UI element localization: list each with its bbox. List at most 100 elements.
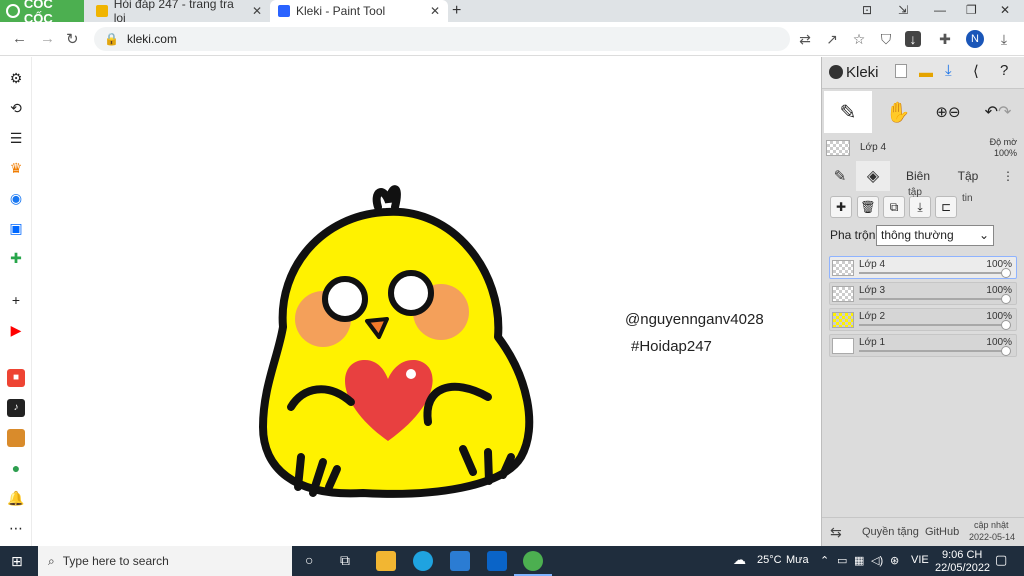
network-icon[interactable]: ▦ [854, 554, 864, 567]
tab-hoidap[interactable]: Hỏi đáp 247 - trang tra loi ✕ [88, 0, 270, 25]
language-indicator[interactable]: VIE [911, 554, 929, 566]
github-link[interactable]: GitHub [925, 526, 959, 538]
reload-icon[interactable]: ↻ [66, 30, 79, 48]
minimize-icon[interactable]: — [934, 3, 946, 17]
new-tab-icon[interactable]: + [452, 2, 461, 20]
donate-link[interactable]: Quyền tặng [862, 526, 919, 538]
game-app-icon[interactable] [7, 429, 25, 447]
update-date: 2022-05-14 [969, 532, 1016, 542]
layer-opacity-slider[interactable] [859, 350, 1007, 352]
task-view-icon[interactable]: ⧉ [340, 552, 350, 569]
game-icon[interactable]: ✚ [7, 249, 25, 267]
undo-redo[interactable]: ↶ ↷ [974, 91, 1022, 133]
forward-icon[interactable]: → [40, 30, 55, 47]
restore-icon[interactable]: ❐ [966, 3, 977, 17]
history-icon[interactable]: ⟲ [7, 99, 25, 117]
tab-brush[interactable]: ✎ [826, 161, 854, 191]
browser-brand[interactable]: CỐC CỐC [0, 0, 84, 26]
layer-row[interactable]: Lớp 4 100% [829, 256, 1017, 279]
taskbar-search[interactable]: ⌕ Type here to search [38, 546, 292, 576]
chick-drawing [259, 185, 534, 498]
zoom-out-icon: ⊖ [948, 104, 961, 121]
volume-icon[interactable]: ◁) [871, 554, 883, 567]
back-icon[interactable]: ← [12, 30, 27, 47]
downloads-icon[interactable]: ⤓ [996, 31, 1012, 47]
brush-tool[interactable]: ✎ [824, 91, 872, 133]
file-explorer-icon[interactable] [376, 551, 396, 571]
translate-icon[interactable]: ⇄ [797, 31, 813, 47]
tab-layers[interactable]: ◈ [856, 161, 890, 191]
slider-knob[interactable] [1001, 294, 1011, 304]
slider-knob[interactable] [1001, 268, 1011, 278]
tab-more[interactable]: ⋮ [998, 161, 1018, 191]
avatar[interactable]: N [966, 30, 984, 48]
app-icon[interactable]: ■ [7, 369, 25, 387]
windows-start-icon[interactable]: ⊞ [11, 553, 23, 570]
tab-file[interactable]: Tập [946, 161, 990, 191]
zoom-tool[interactable]: ⊕ ⊖ [924, 91, 972, 133]
clock-time[interactable]: 9:06 CH [942, 549, 982, 561]
help-icon[interactable]: ? [1000, 62, 1008, 79]
pin-icon[interactable]: ⇲ [898, 3, 908, 17]
layer-row[interactable]: Lớp 1 100% [829, 334, 1017, 357]
rename-layer-icon[interactable]: ⊏ [935, 196, 957, 218]
duplicate-layer-icon[interactable]: ⧉ [883, 196, 905, 218]
close-tab-icon[interactable]: ✕ [430, 4, 440, 18]
weather-temp[interactable]: 25°C [757, 554, 782, 566]
mail-icon[interactable] [487, 551, 507, 571]
zalo-icon[interactable]: ▣ [7, 219, 25, 237]
cortana-icon[interactable]: ○ [305, 552, 313, 568]
layer-opacity-slider[interactable] [859, 272, 1007, 274]
coccoc-taskbar-icon[interactable] [523, 551, 543, 571]
weather-icon[interactable]: ☁ [733, 552, 746, 568]
merge-layer-label: tập [908, 187, 922, 198]
share-icon[interactable]: ↗ [824, 31, 840, 47]
store-icon[interactable] [450, 551, 470, 571]
add-sidebar-icon[interactable]: + [7, 291, 25, 309]
layer-row[interactable]: Lớp 3 100% [829, 282, 1017, 305]
download-file-icon[interactable]: ⤓ [945, 62, 952, 79]
swap-panel-icon[interactable]: ⇆ [830, 524, 842, 541]
tab-kleki[interactable]: Kleki - Paint Tool ✕ [270, 0, 448, 22]
more-icon[interactable]: ⋯ [7, 519, 25, 537]
slider-knob[interactable] [1001, 320, 1011, 330]
download-icon[interactable]: ↓ [905, 31, 921, 47]
gear-icon[interactable]: ⚙ [7, 69, 25, 87]
shield-icon[interactable]: ⛉ [878, 31, 894, 47]
clock-date[interactable]: 22/05/2022 [935, 562, 990, 574]
omnibox[interactable]: 🔒 kleki.com [94, 27, 790, 51]
add-layer-icon[interactable]: ✚ [830, 196, 852, 218]
reading-list-icon[interactable]: ☰ [7, 129, 25, 147]
merge-layer-icon[interactable]: ⤓ [909, 196, 931, 218]
weather-desc[interactable]: Mưa [786, 554, 809, 566]
bookmark-star-icon[interactable]: ☆ [851, 31, 867, 47]
layer-opacity-slider[interactable] [859, 298, 1007, 300]
update-label[interactable]: cập nhật [974, 520, 1009, 530]
share-icon[interactable]: ⟨ [973, 62, 979, 80]
delete-layer-icon[interactable]: 🗑 [857, 196, 879, 218]
messenger-icon[interactable]: ◉ [7, 189, 25, 207]
blend-mode-select[interactable]: thông thường ⌄ [876, 225, 994, 246]
tab-search-icon[interactable]: ⊡ [862, 3, 872, 17]
crown-icon[interactable]: ♛ [7, 159, 25, 177]
extensions-icon[interactable]: ✚ [937, 31, 953, 47]
map-pin-icon[interactable]: ● [7, 459, 25, 477]
close-tab-icon[interactable]: ✕ [252, 4, 262, 18]
edge-icon[interactable] [413, 551, 433, 571]
url-text[interactable]: kleki.com [127, 32, 177, 46]
new-file-icon[interactable] [895, 64, 907, 78]
close-window-icon[interactable]: ✕ [1000, 3, 1010, 17]
wifi-icon[interactable]: ⊛ [890, 554, 899, 567]
notifications-icon[interactable]: ▢ [995, 552, 1007, 568]
hand-tool[interactable]: ✋ [874, 91, 922, 133]
youtube-icon[interactable]: ▶ [7, 321, 25, 339]
battery-icon[interactable]: ▭ [837, 554, 847, 567]
slider-knob[interactable] [1001, 346, 1011, 356]
layer-row[interactable]: Lớp 2 100% [829, 308, 1017, 331]
tray-chevron-icon[interactable]: ⌃ [820, 554, 829, 567]
tiktok-icon[interactable]: ♪ [7, 399, 25, 417]
layer-opacity-slider[interactable] [859, 324, 1007, 326]
drawing-canvas[interactable]: @nguyennganv4028 #Hoidap247 [33, 57, 821, 546]
open-folder-icon[interactable]: ▬ [919, 64, 933, 80]
bell-icon[interactable]: 🔔 [7, 489, 25, 507]
